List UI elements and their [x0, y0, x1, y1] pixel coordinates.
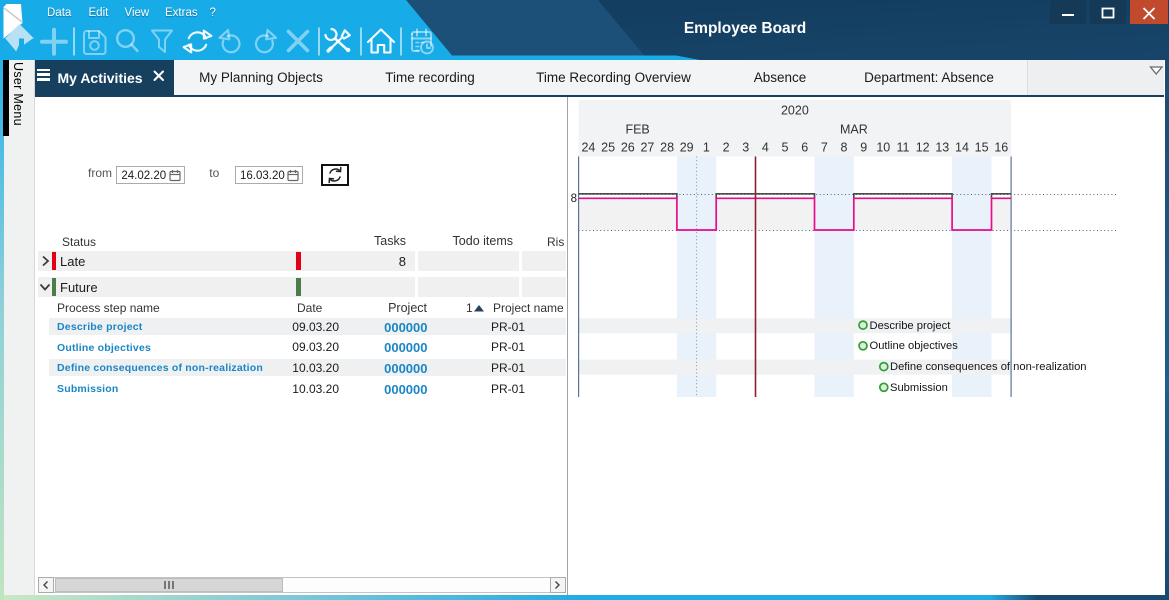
svg-text:16: 16 [994, 141, 1008, 155]
svg-text:14: 14 [955, 141, 969, 155]
svg-text:25: 25 [601, 141, 615, 155]
svg-text:2: 2 [723, 141, 730, 155]
svg-text:11: 11 [897, 141, 910, 155]
svg-text:26: 26 [621, 141, 635, 155]
svg-text:MAR: MAR [840, 123, 868, 137]
svg-text:27: 27 [640, 141, 654, 155]
svg-text:5: 5 [782, 141, 789, 155]
svg-text:15: 15 [975, 141, 989, 155]
svg-text:3: 3 [742, 141, 749, 155]
svg-text:29: 29 [680, 141, 694, 155]
svg-text:7: 7 [821, 141, 828, 155]
svg-text:10: 10 [876, 141, 890, 155]
svg-text:13: 13 [935, 141, 949, 155]
svg-text:12: 12 [916, 141, 930, 155]
svg-text:6: 6 [801, 141, 808, 155]
svg-text:24: 24 [581, 141, 595, 155]
svg-text:4: 4 [762, 141, 769, 155]
svg-text:2020: 2020 [781, 104, 809, 118]
svg-text:9: 9 [860, 141, 867, 155]
svg-text:1: 1 [703, 141, 710, 155]
svg-text:FEB: FEB [625, 123, 649, 137]
svg-text:28: 28 [660, 141, 674, 155]
svg-text:8: 8 [841, 141, 848, 155]
